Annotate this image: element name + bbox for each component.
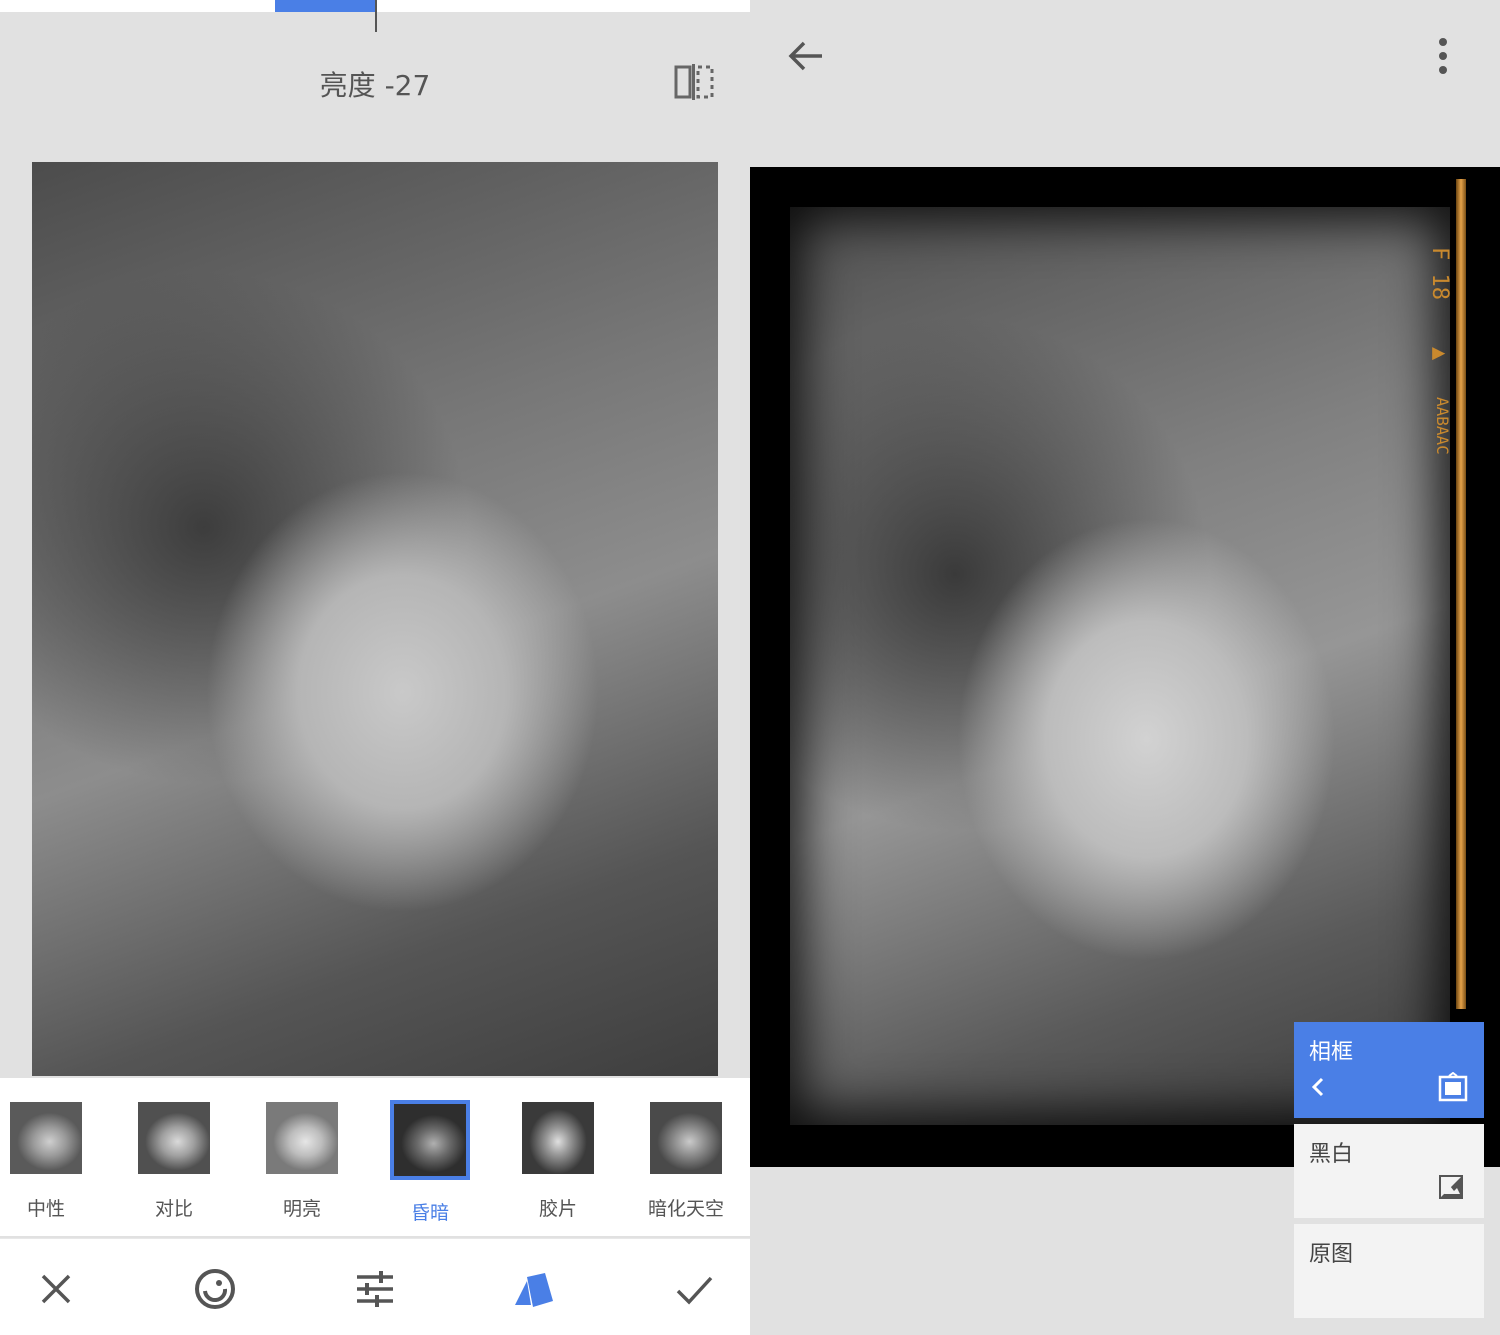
bottom-toolbar xyxy=(0,1238,750,1335)
framed-photo: F 18 ▲ AABAAC xyxy=(750,167,1500,1167)
adjust-slider-marker[interactable] xyxy=(375,0,377,32)
filter-item-film[interactable]: 胶片 xyxy=(508,1100,608,1221)
styles-icon[interactable] xyxy=(511,1267,555,1311)
frame-menu-header[interactable]: 相框 xyxy=(1294,1022,1484,1118)
adjust-slider-fill xyxy=(275,0,375,12)
filter-label: 中性 xyxy=(26,1198,65,1220)
menu-item-label: 原图 xyxy=(1309,1242,1354,1267)
frame-menu-item-bw[interactable]: 黑白 xyxy=(1294,1124,1484,1218)
film-edge-markings: F 18 ▲ AABAAC xyxy=(1427,247,1452,455)
frame-icon xyxy=(1438,1072,1468,1102)
frame-menu-title: 相框 xyxy=(1309,1040,1354,1065)
framed-photo-image xyxy=(790,207,1450,1125)
filter-item-bright[interactable]: 明亮 xyxy=(252,1100,352,1221)
close-icon[interactable] xyxy=(34,1267,78,1311)
filter-item-contrast[interactable]: 对比 xyxy=(124,1100,224,1221)
filter-item-dark-sky[interactable]: 暗化天空 xyxy=(636,1100,736,1221)
grain-dial-icon[interactable] xyxy=(193,1267,237,1311)
film-edge-strip xyxy=(1456,179,1466,1009)
filter-thumbnail xyxy=(520,1100,596,1176)
filter-strip: 中性 对比 明亮 昏暗 胶片 暗化天空 xyxy=(0,1078,750,1236)
filter-thumbnail xyxy=(390,1100,470,1180)
filter-label: 胶片 xyxy=(538,1198,577,1220)
filter-thumbnail xyxy=(264,1100,340,1176)
chevron-left-icon[interactable] xyxy=(1308,1076,1330,1098)
check-icon[interactable] xyxy=(672,1267,716,1311)
back-arrow-icon[interactable] xyxy=(786,36,826,76)
filter-thumbnail xyxy=(136,1100,212,1176)
filter-label: 暗化天空 xyxy=(647,1198,724,1220)
more-options-icon[interactable] xyxy=(1428,36,1458,76)
filter-thumbnail xyxy=(8,1100,84,1176)
filter-item-neutral[interactable]: 中性 xyxy=(0,1100,96,1221)
adjust-value-label: 亮度 -27 xyxy=(319,69,431,102)
edited-photo xyxy=(32,162,718,1076)
menu-item-label: 黑白 xyxy=(1309,1142,1354,1167)
filter-thumbnail xyxy=(648,1100,724,1176)
filter-label: 对比 xyxy=(154,1198,193,1220)
compare-icon[interactable] xyxy=(674,62,714,102)
sliders-icon[interactable] xyxy=(353,1267,397,1311)
bw-icon xyxy=(1439,1175,1463,1199)
frame-menu: 相框 黑白 原图 xyxy=(1294,1022,1484,1318)
frame-menu-item-original[interactable]: 原图 xyxy=(1294,1224,1484,1318)
filter-item-dim[interactable]: 昏暗 xyxy=(380,1100,480,1225)
filter-label: 明亮 xyxy=(282,1198,321,1220)
filter-label: 昏暗 xyxy=(410,1202,449,1224)
